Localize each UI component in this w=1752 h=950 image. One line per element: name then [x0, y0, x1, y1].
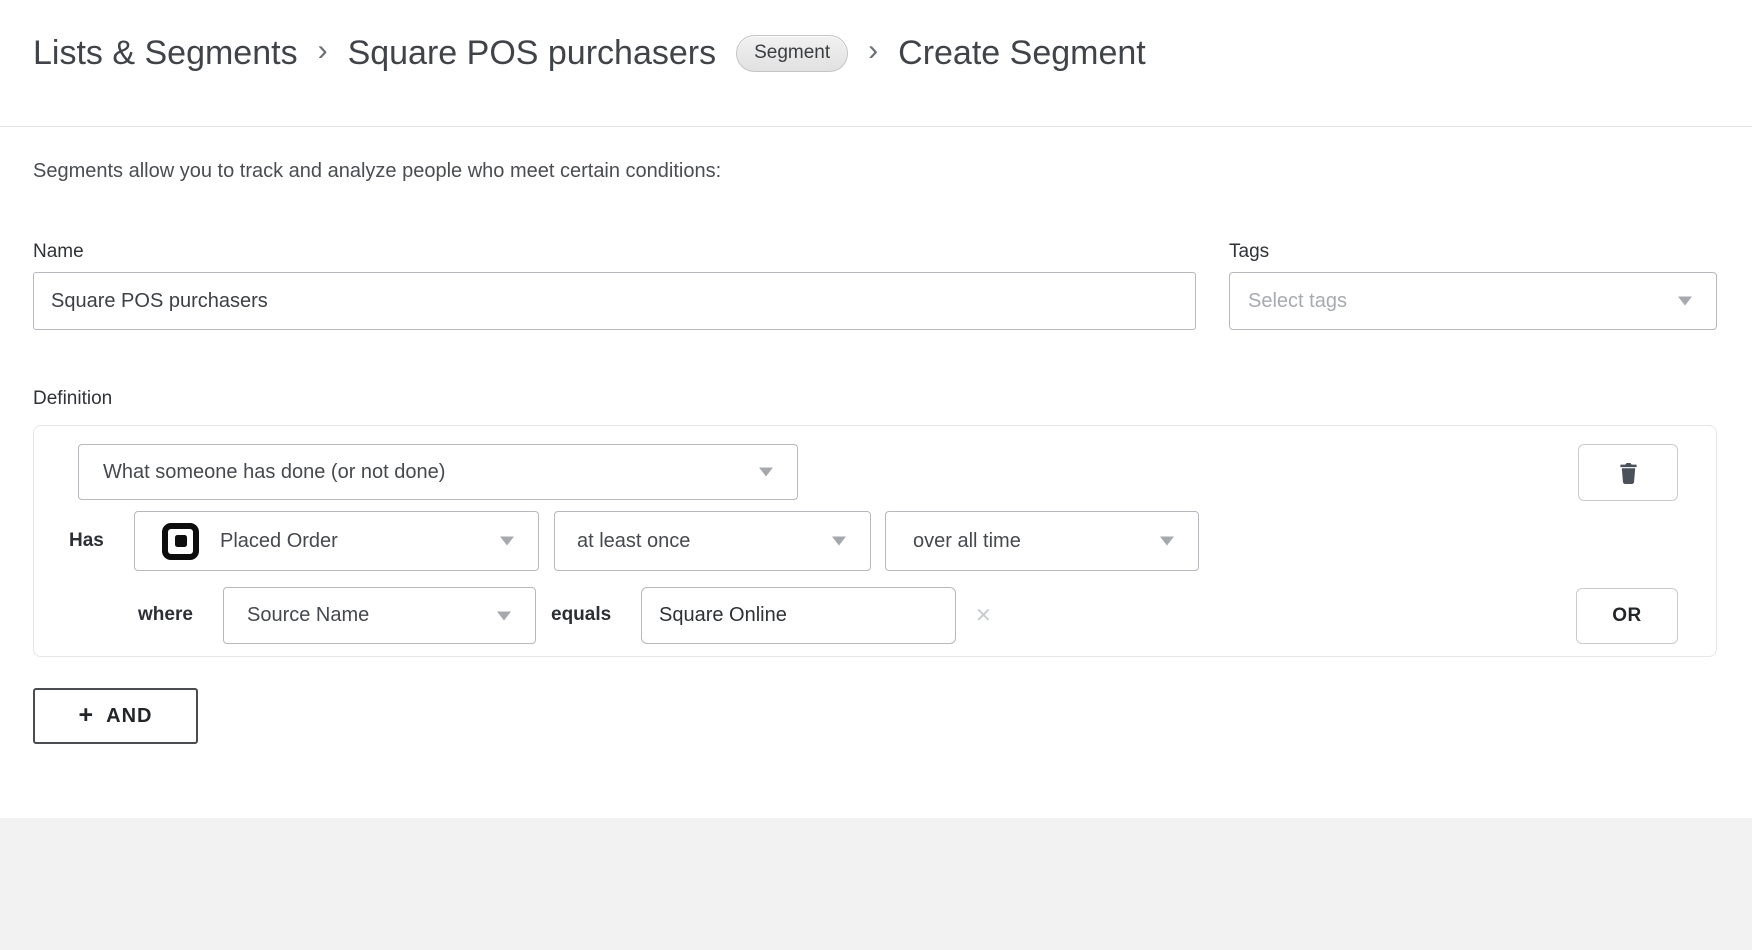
breadcrumb-lists-segments[interactable]: Lists & Segments: [33, 34, 298, 73]
name-label: Name: [33, 241, 84, 263]
has-label: Has: [69, 530, 104, 552]
remove-filter-icon[interactable]: ✕: [975, 603, 992, 628]
property-select[interactable]: Source Name: [223, 587, 536, 644]
definition-label: Definition: [33, 388, 112, 410]
chevron-down-icon: [500, 537, 514, 546]
tags-select[interactable]: Select tags: [1229, 272, 1717, 330]
chevron-down-icon: [1160, 537, 1174, 546]
metric-select[interactable]: Placed Order: [134, 511, 539, 571]
tags-label: Tags: [1229, 241, 1269, 263]
or-button[interactable]: OR: [1576, 588, 1678, 644]
frequency-value: at least once: [577, 530, 690, 553]
plus-icon: +: [79, 703, 94, 728]
timeframe-value: over all time: [913, 530, 1021, 553]
frequency-select[interactable]: at least once: [554, 511, 871, 571]
breadcrumb: Lists & Segments › Square POS purchasers…: [33, 24, 1146, 82]
operator-label: equals: [551, 604, 611, 626]
and-button-label: AND: [106, 705, 152, 728]
metric-value: Placed Order: [220, 530, 338, 553]
create-segment-page: Lists & Segments › Square POS purchasers…: [0, 0, 1752, 950]
breadcrumb-segment-name[interactable]: Square POS purchasers: [348, 34, 717, 73]
property-value-input[interactable]: [641, 587, 956, 644]
chevron-down-icon: [759, 468, 773, 477]
segment-type-badge: Segment: [736, 35, 848, 72]
where-label: where: [138, 604, 193, 626]
chevron-down-icon: [1678, 297, 1692, 306]
segment-name-input[interactable]: [33, 272, 1196, 330]
add-and-condition-button[interactable]: + AND: [33, 688, 198, 744]
property-value: Source Name: [247, 604, 369, 627]
tags-placeholder: Select tags: [1248, 290, 1347, 313]
condition-panel: What someone has done (or not done) Has …: [33, 425, 1717, 657]
breadcrumb-bar: Lists & Segments › Square POS purchasers…: [0, 0, 1752, 127]
chevron-down-icon: [832, 537, 846, 546]
condition-type-select[interactable]: What someone has done (or not done): [78, 444, 798, 500]
timeframe-select[interactable]: over all time: [885, 511, 1199, 571]
footer-action-bar: Cancel Create Segment »: [0, 818, 1752, 950]
chevron-down-icon: [497, 611, 511, 620]
breadcrumb-current-page: Create Segment: [898, 34, 1146, 73]
delete-condition-button[interactable]: [1578, 444, 1678, 501]
square-logo-icon: [162, 523, 199, 560]
condition-type-value: What someone has done (or not done): [103, 461, 445, 484]
intro-text: Segments allow you to track and analyze …: [33, 160, 721, 183]
breadcrumb-separator-icon: ›: [868, 34, 878, 68]
trash-icon: [1618, 460, 1639, 485]
breadcrumb-separator-icon: ›: [318, 34, 328, 68]
